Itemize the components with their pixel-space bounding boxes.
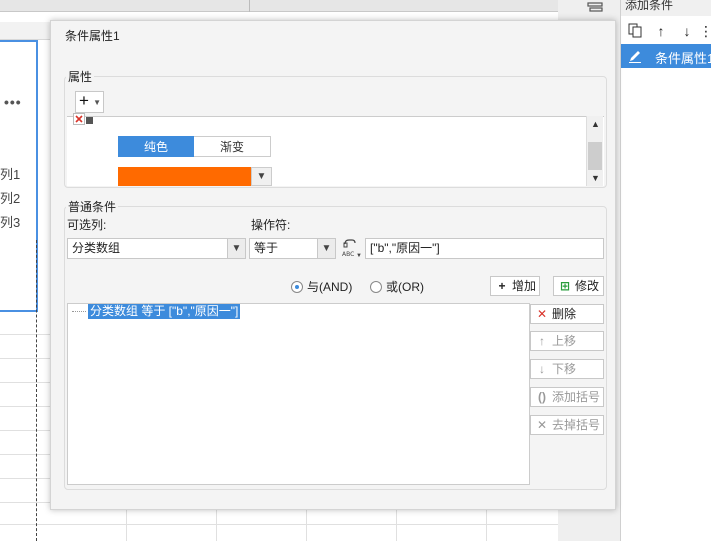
- svg-text:▼: ▼: [356, 253, 361, 258]
- sheet-top-bar: [0, 0, 560, 12]
- move-down-button[interactable]: ↓ 下移: [530, 359, 604, 379]
- arrow-up-icon: ↑: [539, 334, 545, 348]
- move-up-button[interactable]: ↑ 上移: [530, 331, 604, 351]
- radio-and-label: 与(AND): [307, 280, 353, 294]
- modify-icon: ⊞: [559, 279, 571, 293]
- scroll-thumb[interactable]: [588, 142, 602, 170]
- add-condition-label: 增加: [512, 279, 537, 293]
- legend-item: 列3: [0, 215, 21, 230]
- modify-condition-label: 修改: [575, 279, 600, 293]
- chart-more-icon[interactable]: •••: [4, 94, 22, 110]
- chevron-down-icon: ▼: [93, 98, 101, 107]
- remove-bracket-label: 去掉括号: [552, 418, 601, 432]
- sheet-top-segment: [0, 0, 250, 12]
- condition-list-item[interactable]: 条件属性1: [621, 44, 711, 68]
- grid-line: [0, 524, 560, 525]
- plus-icon: +: [79, 91, 89, 110]
- column-select-value: 分类数组: [72, 241, 121, 255]
- more-icon[interactable]: ⋮: [699, 22, 711, 40]
- condition-list-item[interactable]: 分类数组 等于 ["b","原因一"]: [71, 304, 241, 319]
- tab-solid-color[interactable]: 纯色: [118, 136, 194, 157]
- bracket-icon: (): [538, 390, 546, 404]
- condition-value-input[interactable]: ["b","原因一"]: [365, 238, 604, 259]
- condition-list[interactable]: 分类数组 等于 ["b","原因一"]: [67, 303, 530, 485]
- delete-icon: ✕: [536, 307, 548, 321]
- chevron-down-icon: ▼: [317, 239, 335, 258]
- column-select[interactable]: 分类数组 ▼: [67, 238, 246, 259]
- operator-select[interactable]: 等于 ▼: [249, 238, 336, 259]
- attributes-group-label: 属性: [66, 68, 95, 85]
- chevron-down-icon[interactable]: ▼: [251, 167, 272, 186]
- radio-and[interactable]: 与(AND): [291, 278, 352, 294]
- radio-or[interactable]: 或(OR): [370, 278, 424, 294]
- sheet-top-segment: [250, 0, 560, 12]
- move-up-label: 上移: [552, 334, 577, 348]
- plus-icon: +: [498, 279, 506, 293]
- move-down-label: 下移: [552, 362, 577, 376]
- legend-item: 列2: [0, 191, 21, 206]
- scroll-up-icon[interactable]: ▲: [587, 116, 604, 132]
- copy-icon[interactable]: [627, 22, 643, 40]
- radio-and-dot: [291, 281, 303, 293]
- condition-item-label: 条件属性1: [655, 51, 711, 66]
- svg-text:ABC: ABC: [342, 251, 354, 258]
- remove-attribute-icon[interactable]: [73, 113, 93, 125]
- color-swatch[interactable]: [118, 167, 251, 186]
- panel-title: 添加条件: [621, 0, 711, 16]
- panel-toggle-icon[interactable]: [586, 1, 604, 15]
- remove-bracket-icon: ✕: [536, 418, 548, 432]
- dialog-title: 条件属性1: [65, 29, 120, 43]
- remove-bracket-button[interactable]: ✕ 去掉括号: [530, 415, 604, 435]
- page-break-line: [36, 240, 37, 541]
- delete-button[interactable]: ✕ 删除: [530, 304, 604, 324]
- add-bracket-button[interactable]: () 添加括号: [530, 387, 604, 407]
- add-bracket-label: 添加括号: [552, 390, 601, 404]
- attribute-scrollbar[interactable]: ▲ ▼: [586, 116, 603, 186]
- condition-panel: 添加条件 ↑ ↓ ⋮ 条件属性1: [620, 0, 711, 541]
- arrow-up-icon[interactable]: ↑: [653, 22, 669, 40]
- arrow-down-icon[interactable]: ↓: [679, 22, 695, 40]
- modify-condition-button[interactable]: ⊞ 修改: [553, 276, 604, 296]
- arrow-down-icon: ↓: [539, 362, 545, 376]
- add-condition-button[interactable]: + 增加: [490, 276, 540, 296]
- legend-item: 列1: [0, 167, 21, 182]
- column-label: 可选列:: [67, 218, 107, 232]
- chart-frame[interactable]: ••• 列1 列2 列3: [0, 40, 38, 312]
- delete-label: 删除: [552, 307, 577, 321]
- value-type-icon[interactable]: ABC ▼: [341, 238, 361, 258]
- radio-or-dot: [370, 281, 382, 293]
- add-attribute-button[interactable]: + ▼: [75, 91, 104, 113]
- chevron-down-icon: ▼: [227, 239, 245, 258]
- radio-or-label: 或(OR): [386, 280, 424, 294]
- operator-select-value: 等于: [254, 241, 279, 255]
- tab-gradient[interactable]: 渐变: [194, 136, 271, 157]
- edit-pencil-icon: [629, 51, 641, 63]
- operator-label: 操作符:: [251, 218, 291, 232]
- scroll-down-icon[interactable]: ▼: [587, 170, 604, 186]
- conditions-group-label: 普通条件: [66, 198, 119, 215]
